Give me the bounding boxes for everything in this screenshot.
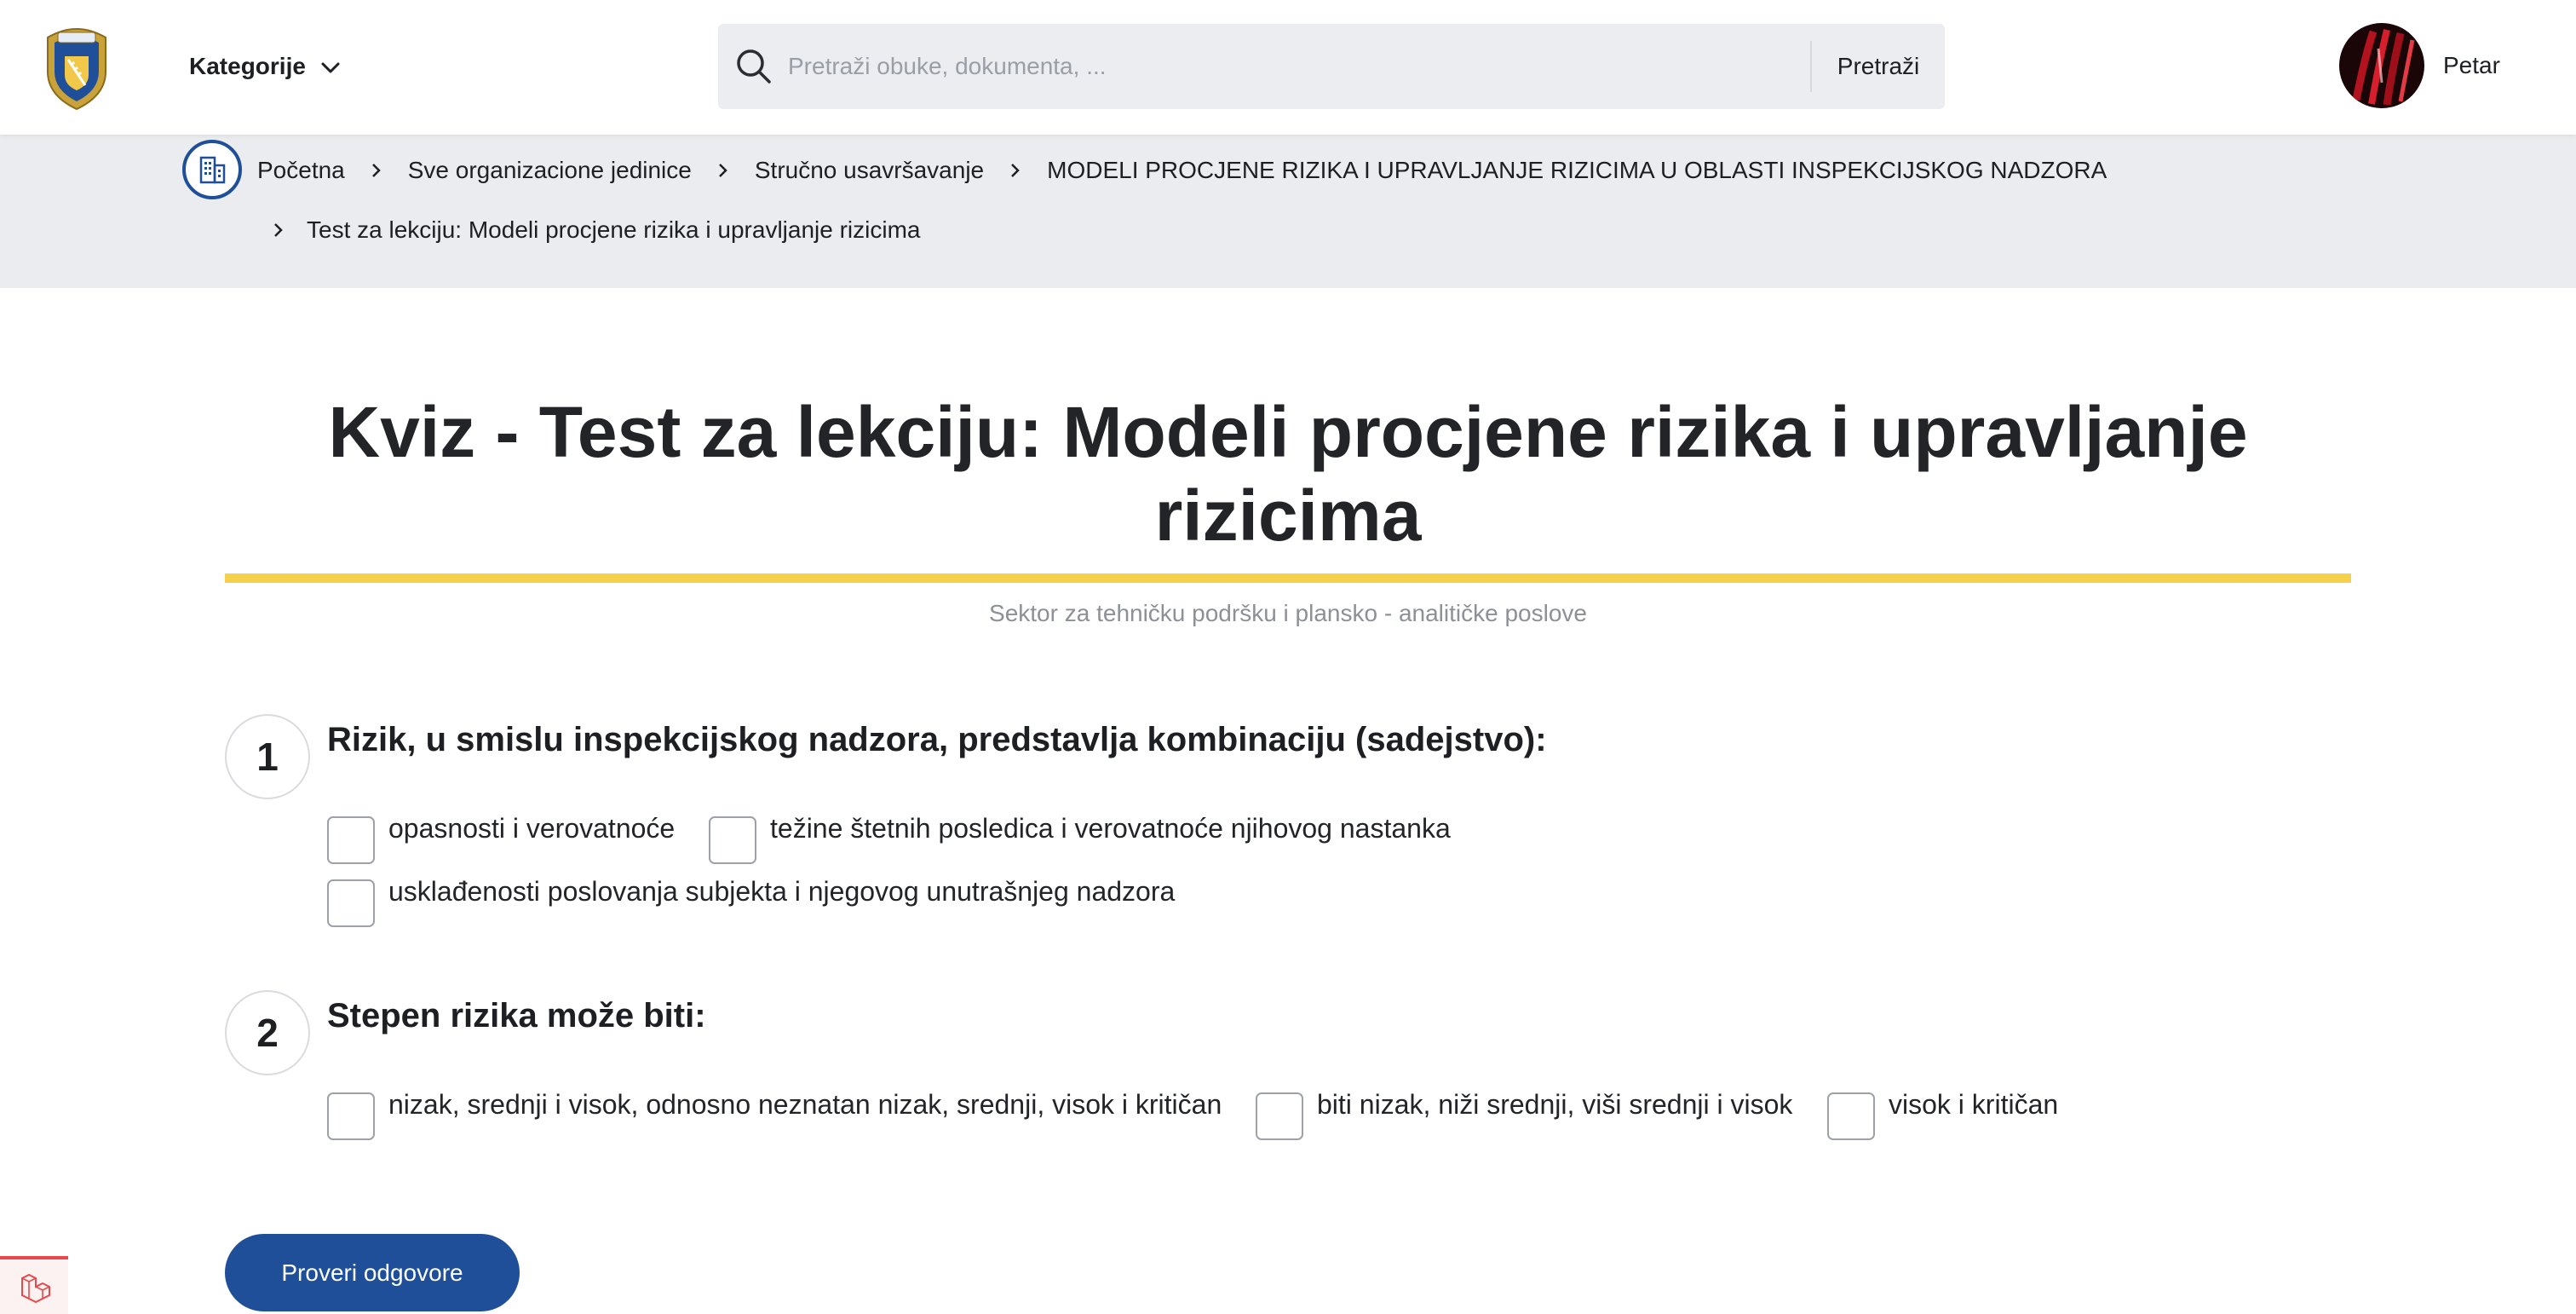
avatar[interactable]	[2339, 23, 2424, 108]
title-underline	[225, 573, 2351, 583]
answer-label: biti nizak, niži srednji, viši srednji i…	[1317, 1089, 1793, 1120]
answer-option[interactable]: težine štetnih posledica i verovatnoće n…	[709, 813, 1451, 864]
page-title: Kviz - Test za lekciju: Modeli procjene …	[328, 392, 2248, 556]
breadcrumb-professional-training[interactable]: Stručno usavršavanje	[755, 157, 984, 184]
chevron-down-icon	[321, 53, 340, 80]
breadcrumb-row: Test za lekciju: Modeli procjene rizika …	[271, 215, 921, 245]
answer-label: težine štetnih posledica i verovatnoće n…	[770, 813, 1451, 844]
question-text: Stepen rizika može biti:	[327, 997, 706, 1034]
search-bar: Pretraži	[718, 24, 1945, 109]
chevron-right-icon	[271, 222, 286, 238]
page-subtitle: Sektor za tehničku podršku i plansko - a…	[989, 600, 1587, 626]
answer-option[interactable]: biti nizak, niži srednji, viši srednji i…	[1256, 1089, 1792, 1140]
breadcrumb-all-units[interactable]: Sve organizacione jedinice	[408, 157, 692, 184]
breadcrumb-home[interactable]: Početna	[257, 157, 345, 184]
breadcrumb-row: Početna Sve organizacione jedinice Struč…	[257, 155, 2107, 186]
question-number: 1	[225, 714, 310, 799]
answer-label: opasnosti i verovatnoće	[388, 813, 676, 844]
answer-option[interactable]: opasnosti i verovatnoće	[327, 813, 675, 864]
chevron-right-icon	[1008, 163, 1023, 178]
answer-option[interactable]: visok i kritičan	[1827, 1089, 2058, 1140]
answer-option[interactable]: usklađenosti poslovanja subjekta i njego…	[327, 876, 1175, 927]
question-number: 2	[225, 990, 310, 1075]
search-input[interactable]	[786, 40, 1810, 93]
answer-label: visok i kritičan	[1889, 1089, 2059, 1120]
breadcrumb-current-test: Test za lekciju: Modeli procjene rizika …	[307, 216, 921, 243]
answer-checkbox[interactable]	[327, 816, 375, 864]
search-button[interactable]: Pretraži	[1812, 53, 1945, 80]
top-header: Kategorije Pretraži Petar	[0, 0, 2576, 135]
check-answers-button[interactable]: Proveri odgovore	[225, 1234, 520, 1311]
building-icon[interactable]	[182, 140, 242, 199]
chevron-right-icon	[716, 163, 731, 178]
answer-checkbox[interactable]	[1827, 1092, 1875, 1140]
answer-option[interactable]: nizak, srednji i visok, odnosno neznatan…	[327, 1089, 1222, 1140]
answer-checkbox[interactable]	[327, 1092, 375, 1140]
question-text: Rizik, u smislu inspekcijskog nadzora, p…	[327, 721, 1547, 758]
categories-label: Kategorije	[189, 53, 306, 79]
user-menu[interactable]: Petar	[2339, 23, 2500, 108]
answer-label: nizak, srednji i visok, odnosno neznatan…	[388, 1089, 1222, 1120]
user-name: Petar	[2443, 52, 2500, 78]
chevron-right-icon	[369, 163, 384, 178]
police-crest-logo[interactable]	[39, 22, 114, 111]
answer-label: usklađenosti poslovanja subjekta i njego…	[388, 876, 1176, 907]
categories-menu[interactable]: Kategorije	[189, 48, 340, 85]
laravel-icon[interactable]	[0, 1256, 68, 1314]
breadcrumb-course[interactable]: MODELI PROCJENE RIZIKA I UPRAVLJANJE RIZ…	[1047, 157, 2107, 184]
answer-checkbox[interactable]	[327, 879, 375, 927]
answer-checkbox[interactable]	[709, 816, 756, 864]
search-icon	[735, 45, 778, 88]
answer-checkbox[interactable]	[1256, 1092, 1303, 1140]
